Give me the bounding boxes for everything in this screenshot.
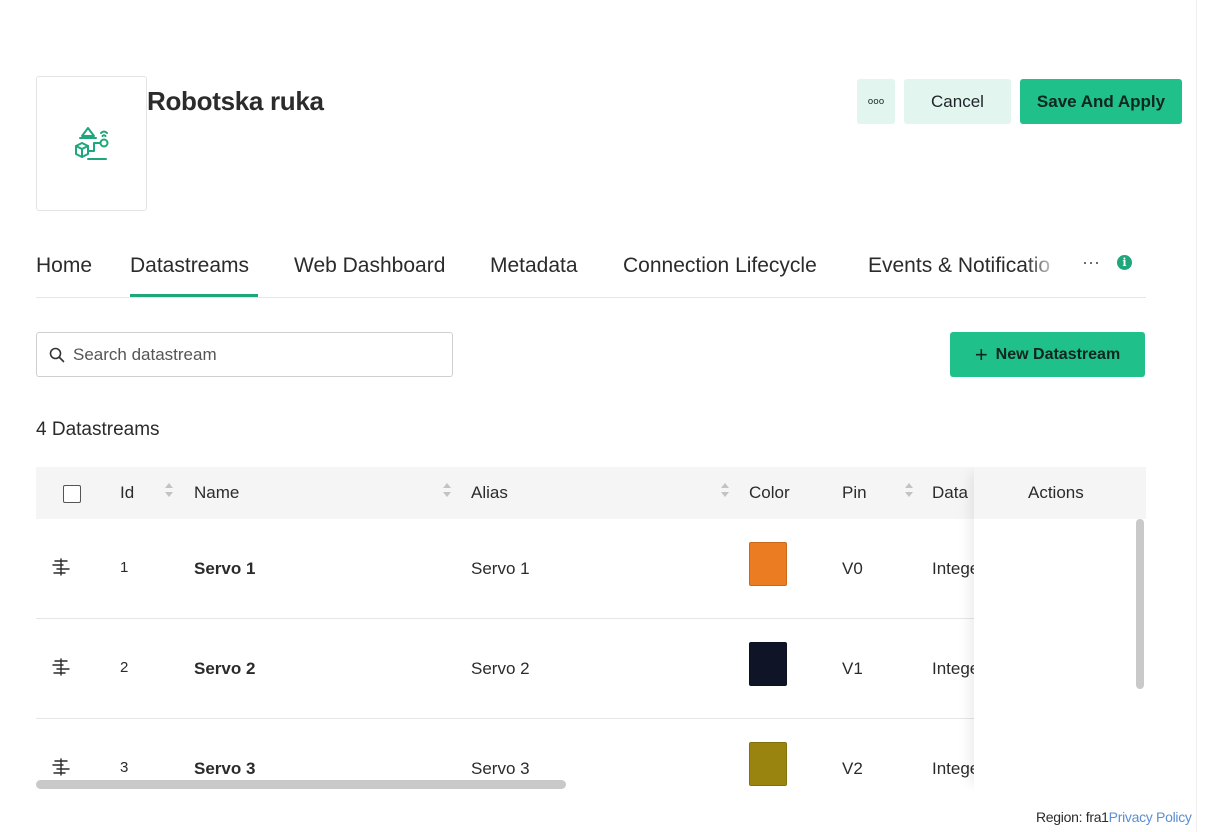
color-swatch [749,742,787,786]
datastream-count: 4 Datastreams [36,419,160,440]
plus-icon: + [974,341,988,367]
datastream-icon [52,558,70,576]
vertical-scrollbar[interactable] [1136,519,1144,689]
row-pin: V1 [842,659,863,678]
page-right-border [1196,0,1197,832]
column-header-color: Color [749,483,790,502]
row-data-type: Integer [932,559,974,578]
row-id: 1 [120,559,129,576]
tab-datastreams[interactable]: Datastreams [130,254,249,278]
tab-home[interactable]: Home [36,254,92,278]
table-row[interactable]: 1 Servo 1 Servo 1 V0 Integer [36,519,1138,619]
privacy-policy-link[interactable]: Privacy Policy [1109,809,1192,825]
horizontal-scrollbar[interactable] [36,780,566,789]
cancel-button[interactable]: Cancel [904,79,1011,124]
row-alias: Servo 1 [471,559,530,578]
row-name[interactable]: Servo 1 [194,559,255,579]
tab-connection-lifecycle[interactable]: Connection Lifecycle [623,254,817,278]
column-header-alias[interactable]: Alias [471,483,508,503]
row-id: 2 [120,659,129,676]
tab-bar: Home Datastreams Web Dashboard Metadata … [36,240,1146,298]
datastreams-table: Id Name Alias Color Pin Data 1 Servo 1 S… [36,467,1146,790]
row-name[interactable]: Servo 2 [194,659,255,679]
select-all-checkbox[interactable] [63,485,81,503]
actions-column-header: Actions [974,467,1146,519]
row-data-type: Integer [932,759,974,778]
row-alias: Servo 2 [471,659,530,678]
row-alias: Servo 3 [471,759,530,778]
more-options-button[interactable]: ooo [857,79,895,124]
row-data-type: Integer [932,659,974,678]
row-id: 3 [120,759,129,776]
sort-icon[interactable] [443,481,451,501]
column-header-id[interactable]: Id [120,483,134,503]
color-swatch [749,642,787,686]
info-icon[interactable]: i [1117,255,1132,270]
column-header-data-type[interactable]: Data [932,483,968,503]
region-label: Region: fra1 [1036,809,1109,825]
save-and-apply-button[interactable]: Save And Apply [1020,79,1182,124]
datastream-icon [52,658,70,676]
sort-icon[interactable] [165,481,173,501]
active-tab-indicator [130,294,258,297]
product-icon-card[interactable] [36,76,147,211]
new-datastream-label: New Datastream [995,345,1121,363]
tab-events-notifications[interactable]: Events & Notificatio [868,254,1050,278]
new-datastream-button[interactable]: + New Datastream [950,332,1145,377]
search-icon [49,347,65,362]
column-header-actions: Actions [1028,483,1084,502]
page-title: Robotska ruka [147,86,324,116]
tab-metadata[interactable]: Metadata [490,254,578,278]
table-row[interactable]: 2 Servo 2 Servo 2 V1 Integer [36,619,1138,719]
row-pin: V0 [842,559,863,578]
footer: Region: fra1Privacy Policy [1036,809,1192,825]
sort-icon[interactable] [721,481,729,501]
search-field[interactable] [36,332,453,377]
tab-overflow-fade [1026,240,1061,297]
row-name[interactable]: Servo 3 [194,759,255,779]
column-header-name[interactable]: Name [194,483,239,503]
search-input[interactable] [73,344,433,365]
column-header-pin[interactable]: Pin [842,483,867,503]
tab-web-dashboard[interactable]: Web Dashboard [294,254,445,278]
sort-icon[interactable] [905,481,913,501]
robot-arm-icon [74,126,108,160]
row-pin: V2 [842,759,863,778]
color-swatch [749,542,787,586]
tabs-overflow-icon[interactable]: ··· [1082,252,1100,273]
actions-column: Actions [974,467,1146,790]
datastream-icon [52,758,70,776]
